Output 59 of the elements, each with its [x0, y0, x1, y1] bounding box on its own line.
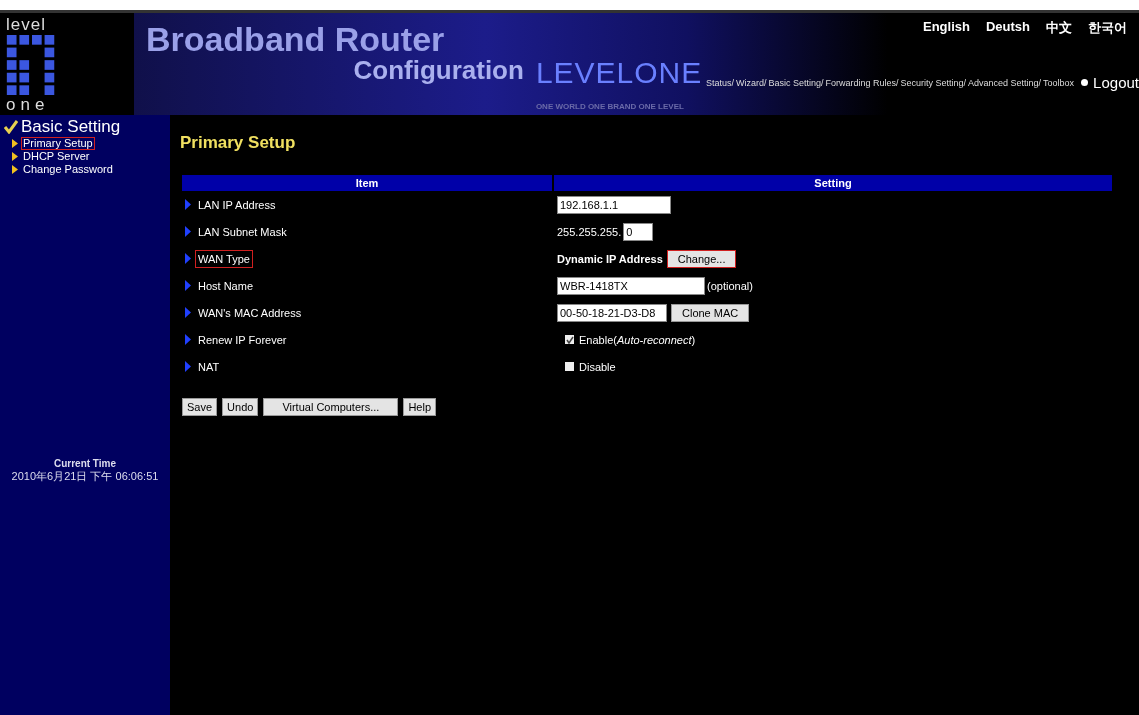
nav-link[interactable]: Wizard/ [735, 77, 767, 88]
form-button[interactable]: Virtual Computers... [263, 398, 399, 416]
sidebar-item[interactable]: Primary Setup [21, 137, 95, 150]
field-label: NAT [197, 359, 221, 375]
checkbox[interactable] [565, 362, 574, 371]
page-title: Primary Setup [180, 133, 297, 153]
brand-wordmark: LEVELONE [535, 58, 704, 88]
form-button[interactable]: Help [403, 398, 436, 416]
banner-subtitle: Configuration [353, 57, 525, 83]
triangle-icon [185, 334, 191, 345]
triangle-icon [185, 361, 191, 372]
language-link[interactable]: Deutsh [985, 19, 1030, 37]
form-button[interactable]: Undo [222, 398, 259, 416]
language-link[interactable]: 中文 [1046, 19, 1072, 37]
triangle-icon [185, 226, 191, 237]
column-header: Setting [554, 175, 1112, 191]
field-label: LAN Subnet Mask [197, 224, 288, 240]
nav-link[interactable]: Basic Setting/ [768, 77, 824, 88]
sidebar-section-title: Basic Setting [21, 117, 121, 137]
clone-mac-button[interactable]: Clone MAC [671, 303, 750, 322]
level-one-logo: level one [0, 13, 134, 115]
current-time: 2010年6月21日 下午 06:06:51 [11, 469, 159, 484]
checkmark-icon [4, 120, 18, 134]
field-label: WAN's MAC Address [197, 305, 303, 321]
input-field[interactable]: WBR-1418TX [557, 276, 705, 295]
column-header: Item [182, 175, 552, 191]
input-field[interactable]: 0 [623, 222, 654, 241]
language-link[interactable]: 한국어 [1088, 19, 1127, 37]
checkbox[interactable] [565, 335, 574, 344]
field-label: LAN IP Address [197, 197, 277, 213]
triangle-icon [185, 307, 191, 318]
nav-link[interactable]: Security Setting/ [900, 77, 966, 88]
change-button[interactable]: Change... [666, 249, 737, 268]
sidebar-item[interactable]: DHCP Server [21, 150, 92, 163]
wan-type-value: Dynamic IP Address [557, 252, 663, 265]
input-field[interactable]: 00-50-18-21-D3-D8 [557, 303, 667, 322]
checkbox-label: Enable(Auto-reconnect) [579, 333, 696, 346]
triangle-icon [185, 199, 191, 210]
mask-prefix: 255.255.255. [557, 225, 622, 238]
form-button[interactable]: Save [182, 398, 218, 416]
triangle-icon [185, 253, 191, 264]
time-label: Current Time [53, 458, 117, 469]
banner-title: Broadband Router [145, 21, 446, 57]
field-label: WAN Type [195, 249, 253, 268]
nav-link[interactable]: Forwarding Rules/ [825, 77, 899, 88]
bullet-icon [1081, 79, 1089, 86]
logout-link[interactable]: Logout [1093, 74, 1139, 91]
nav-link[interactable]: Toolbox [1043, 77, 1075, 88]
checkbox-label: Disable [579, 360, 616, 373]
input-field[interactable]: 192.168.1.1 [557, 195, 671, 214]
sidebar-item[interactable]: Change Password [21, 163, 115, 176]
field-note: (optional) [707, 279, 753, 292]
nav-link[interactable]: Status/ [705, 77, 734, 88]
field-label: Host Name [197, 278, 255, 294]
nav-link[interactable]: Advanced Setting/ [968, 77, 1042, 88]
triangle-icon [185, 280, 191, 291]
field-label: Renew IP Forever [197, 332, 288, 348]
brand-tagline: ONE WORLD ONE BRAND ONE LEVEL [535, 102, 685, 111]
language-link[interactable]: English [923, 19, 970, 37]
